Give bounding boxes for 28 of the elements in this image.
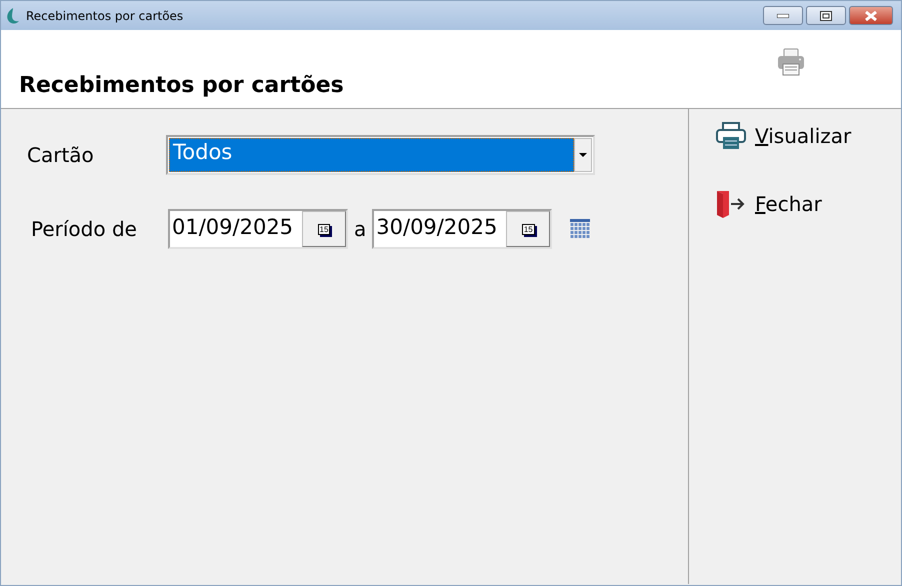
date-picker-button[interactable]: 15	[302, 211, 346, 247]
minimize-icon	[777, 14, 789, 18]
field-label: Período de	[30, 217, 138, 241]
calendar-day-icon: 15	[522, 224, 535, 234]
close-button[interactable]	[849, 6, 893, 25]
printer-icon	[775, 46, 807, 78]
dropdown-value: Todos	[169, 138, 574, 172]
card-dropdown[interactable]: Todos	[166, 135, 595, 175]
action-button[interactable]: Fechar	[715, 189, 852, 219]
calendar-icon[interactable]	[570, 219, 590, 238]
minimize-button[interactable]	[763, 6, 803, 25]
field-label: Cartão	[27, 143, 95, 167]
exit-door-icon	[715, 189, 747, 219]
date-field[interactable]: 30/09/2025 15	[372, 209, 552, 249]
close-icon	[865, 10, 877, 20]
printer-icon	[715, 121, 747, 151]
app-logo-icon	[5, 6, 21, 24]
window-title: Recebimentos por cartões	[26, 8, 184, 22]
range-separator: a	[354, 217, 366, 241]
date-picker-button[interactable]: 15	[506, 211, 550, 247]
action-button[interactable]: Visualizar	[715, 121, 852, 151]
date-field[interactable]: 01/09/2025 15	[168, 209, 348, 249]
maximize-icon	[820, 10, 832, 20]
maximize-button[interactable]	[806, 6, 846, 25]
dropdown-button[interactable]	[574, 138, 592, 172]
page-title: Recebimentos por cartões	[19, 73, 344, 98]
calendar-day-icon: 15	[318, 224, 330, 234]
caret-icon	[579, 153, 587, 157]
